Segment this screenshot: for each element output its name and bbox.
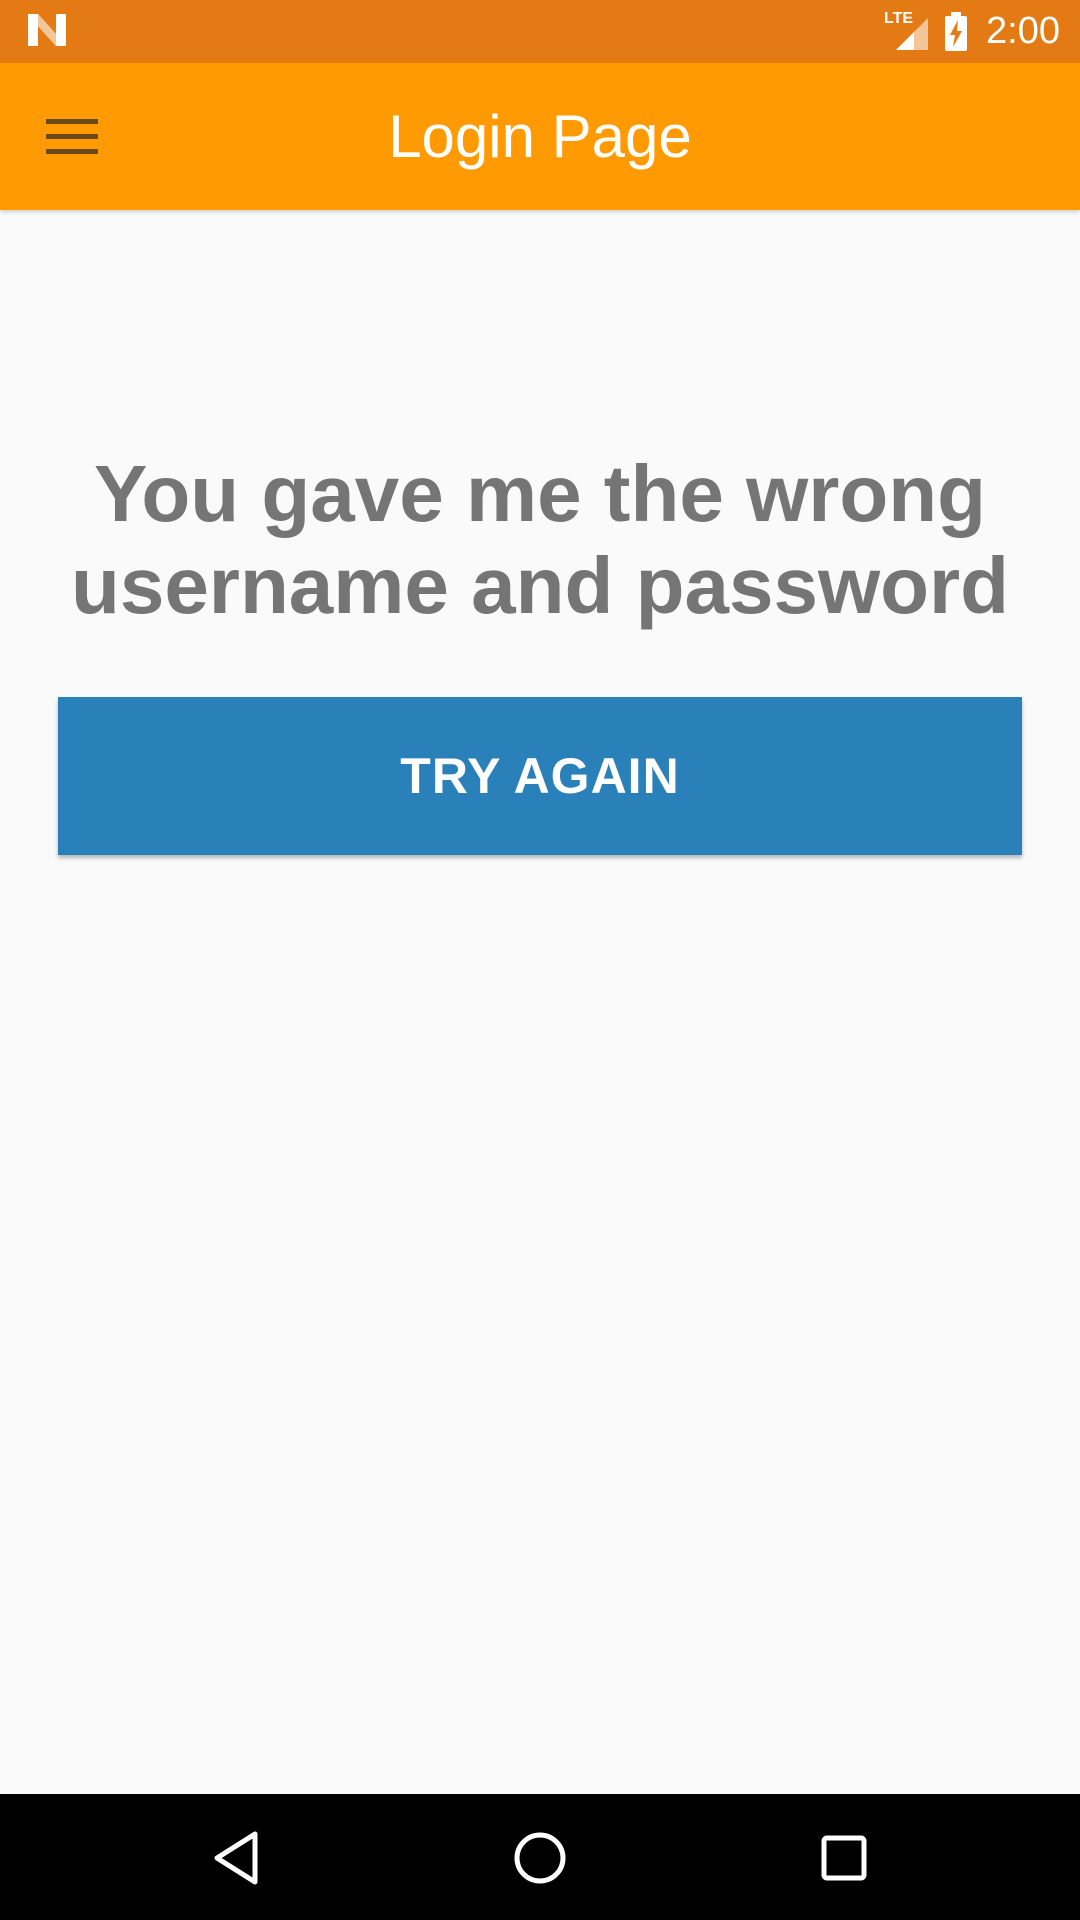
page-title: Login Page — [388, 103, 692, 170]
recents-button[interactable] — [808, 1822, 880, 1894]
app-bar: Login Page — [0, 63, 1080, 210]
home-icon — [514, 1832, 566, 1884]
recents-icon — [821, 1835, 867, 1881]
notification-n-icon — [26, 12, 68, 48]
status-bar: LTE 2:00 — [0, 0, 1080, 63]
back-icon — [214, 1831, 258, 1885]
error-message: You gave me the wrong username and passw… — [70, 449, 1010, 630]
screen: LTE 2:00 Login Page You gave me the wron… — [0, 0, 1080, 1920]
home-button[interactable] — [504, 1822, 576, 1894]
back-button[interactable] — [200, 1822, 272, 1894]
status-icons: LTE 2:00 — [884, 0, 1060, 63]
navigation-bar — [0, 1794, 1080, 1920]
lte-signal-icon: LTE — [884, 10, 930, 54]
status-time: 2:00 — [986, 10, 1060, 52]
try-again-button[interactable]: TRY AGAIN — [58, 697, 1022, 855]
battery-charging-icon — [944, 11, 968, 52]
